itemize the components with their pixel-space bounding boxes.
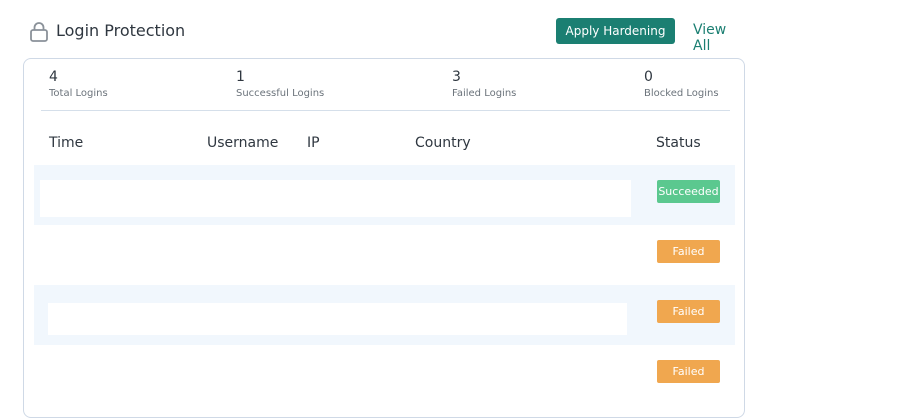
column-header-time[interactable]: Time [49,135,83,151]
stat-blocked-logins: 0 Blocked Logins [644,68,719,101]
status-badge: Failed [657,300,720,323]
table-row[interactable]: Failed [34,285,735,345]
divider [41,110,730,111]
stat-value: 0 [644,69,653,85]
column-header-status[interactable]: Status [656,135,701,151]
login-protection-card: 4 Total Logins 1 Successful Logins 3 Fai… [23,58,745,418]
row-content-placeholder [40,180,631,217]
status-badge: Failed [657,240,720,263]
stat-value: 3 [452,69,461,85]
column-header-ip[interactable]: IP [307,135,320,151]
stat-total-logins: 4 Total Logins [49,68,108,101]
stat-label: Total Logins [49,88,108,99]
table-row[interactable]: Failed [34,345,735,405]
view-all-link[interactable]: View All [693,22,748,54]
status-badge: Succeeded [657,180,720,203]
header-row: Login Protection Apply Hardening View Al… [30,18,748,54]
table-row[interactable]: Failed [34,225,735,285]
apply-hardening-button[interactable]: Apply Hardening [556,18,675,44]
stat-value: 1 [236,69,245,85]
column-header-username[interactable]: Username [207,135,278,151]
row-content-placeholder [48,303,627,335]
stat-label: Successful Logins [236,88,325,99]
stat-failed-logins: 3 Failed Logins [452,68,516,101]
stat-successful-logins: 1 Successful Logins [236,68,324,101]
stat-label: Blocked Logins [644,88,719,99]
column-header-country[interactable]: Country [415,135,471,151]
stat-label: Failed Logins [452,88,517,99]
page-title: Login Protection [56,21,186,40]
status-badge: Failed [657,360,720,383]
lock-icon [30,22,48,42]
stat-value: 4 [49,69,58,85]
table-row[interactable]: Succeeded [34,165,735,225]
stats-summary: 4 Total Logins 1 Successful Logins 3 Fai… [24,59,744,111]
